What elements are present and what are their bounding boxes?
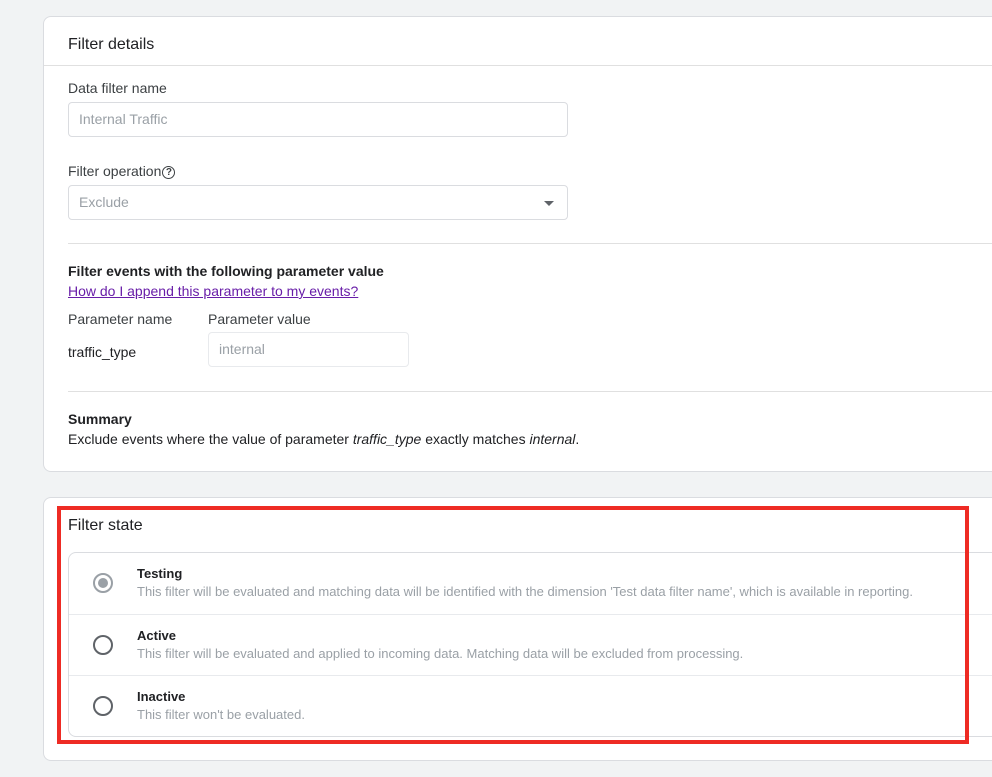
- parameter-value-input: internal: [208, 332, 409, 367]
- parameter-name-value: traffic_type: [68, 344, 137, 360]
- summary-param: traffic_type: [352, 431, 422, 447]
- summary-prefix: Exclude events where the value of parame…: [68, 431, 353, 447]
- summary-value: internal: [529, 431, 576, 447]
- filter-state-title: Filter state: [68, 517, 143, 534]
- summary-suffix: .: [575, 431, 580, 447]
- option-description: This filter will be evaluated and applie…: [137, 646, 744, 661]
- filter-operation-label-text: Filter operation: [68, 163, 162, 179]
- summary-text: Exclude events where the value of parame…: [68, 431, 579, 447]
- option-title: Testing: [137, 566, 183, 581]
- section-divider: [68, 243, 992, 244]
- radio-inactive[interactable]: [93, 696, 113, 716]
- parameter-heading: Filter events with the following paramet…: [68, 263, 384, 279]
- radio-testing[interactable]: [93, 573, 113, 593]
- summary-middle: exactly matches: [421, 431, 530, 447]
- section-divider: [68, 391, 992, 392]
- filter-state-options: Testing This filter will be evaluated an…: [68, 552, 992, 737]
- filter-state-option-testing[interactable]: Testing This filter will be evaluated an…: [69, 553, 992, 614]
- option-title: Inactive: [137, 689, 186, 704]
- append-parameter-help-link[interactable]: How do I append this parameter to my eve…: [68, 283, 358, 299]
- option-description: This filter won't be evaluated.: [137, 707, 305, 722]
- filter-state-option-active[interactable]: Active This filter will be evaluated and…: [69, 614, 992, 675]
- title-divider: [44, 65, 992, 66]
- parameter-value-header: Parameter value: [208, 311, 311, 327]
- radio-active[interactable]: [93, 635, 113, 655]
- filter-details-card: Filter details Data filter name Internal…: [43, 16, 992, 472]
- help-circle-icon[interactable]: ?: [162, 166, 176, 179]
- data-filter-name-input[interactable]: Internal Traffic: [68, 102, 568, 137]
- filter-operation-label: Filter operation?: [68, 163, 176, 179]
- filter-operation-value: Exclude: [79, 194, 129, 210]
- filter-operation-select[interactable]: Exclude: [68, 185, 568, 220]
- parameter-name-header: Parameter name: [68, 311, 173, 327]
- option-title: Active: [137, 628, 177, 643]
- summary-heading: Summary: [68, 411, 132, 427]
- option-description: This filter will be evaluated and matchi…: [137, 584, 913, 599]
- filter-state-option-inactive[interactable]: Inactive This filter won't be evaluated.: [69, 675, 992, 736]
- filter-details-title: Filter details: [68, 36, 155, 53]
- dropdown-arrow-icon: [544, 201, 554, 206]
- filter-state-card: Filter state Testing This filter will be…: [43, 497, 992, 761]
- data-filter-name-label: Data filter name: [68, 80, 167, 96]
